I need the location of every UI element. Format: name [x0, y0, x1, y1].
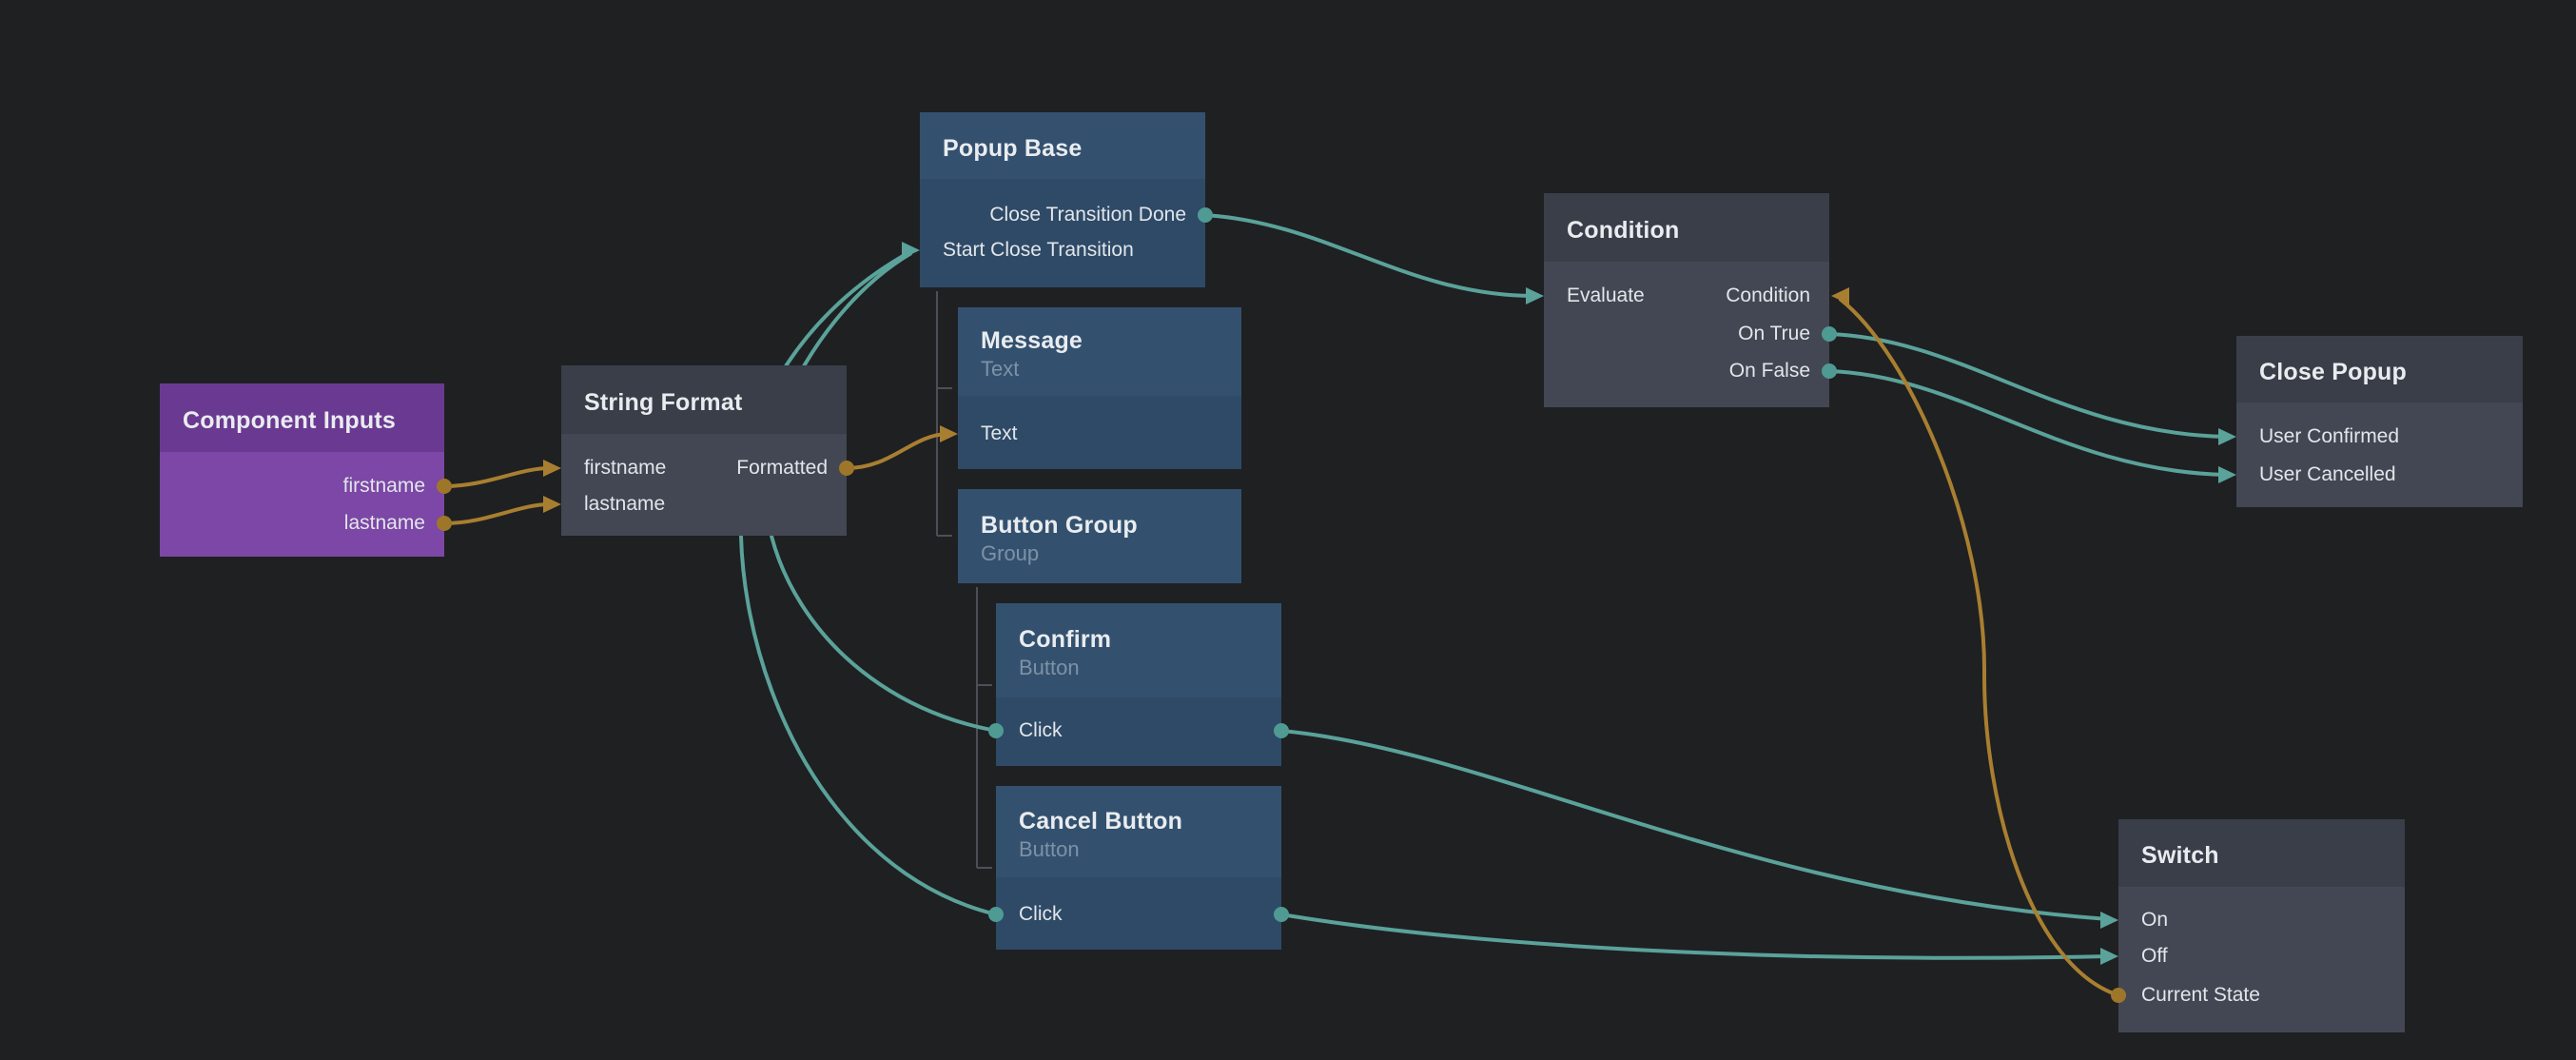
edge-stringformat-formatted-to-message-text[interactable]: [847, 434, 947, 468]
node-subtitle: Text: [981, 356, 1222, 383]
edge-confirm-click-to-switch-on[interactable]: [1281, 731, 2108, 919]
node-header: Message Text: [958, 307, 1241, 396]
port-label-on: On: [2141, 902, 2168, 938]
node-title: Cancel Button: [1019, 806, 1262, 836]
node-header: Condition: [1544, 193, 1829, 262]
node-title: Confirm: [1019, 624, 1262, 655]
node-header: Button Group Group: [958, 489, 1241, 583]
node-title: Close Popup: [2259, 357, 2504, 387]
port-message-text-in[interactable]: [940, 425, 958, 442]
port-label-click: Click: [1019, 896, 1063, 932]
edge-cancelbutton-click-to-switch-off[interactable]: [1281, 914, 2108, 958]
port-string-format-formatted-out[interactable]: [839, 461, 854, 476]
port-component-inputs-firstname-out[interactable]: [437, 479, 452, 494]
node-title: Switch: [2141, 840, 2386, 871]
node-header: Component Inputs: [160, 383, 444, 452]
port-label-text: Text: [981, 416, 1018, 452]
port-confirm-click-out-right[interactable]: [1274, 723, 1289, 738]
node-title: Message: [981, 325, 1222, 356]
port-popup-base-close-transition-done-out[interactable]: [1198, 207, 1213, 223]
port-label-on-false: On False: [1729, 353, 1810, 389]
node-header: Cancel Button Button: [996, 786, 1281, 877]
edge-condition-ontrue-to-closepopup-userconfirmed[interactable]: [1829, 334, 2226, 437]
node-title: Component Inputs: [183, 405, 425, 436]
port-switch-current-state-out[interactable]: [2111, 988, 2126, 1003]
node-button-group[interactable]: Button Group Group: [958, 489, 1241, 583]
port-label-current-state: Current State: [2141, 977, 2260, 1013]
edge-componentinputs-firstname-to-stringformat-firstname[interactable]: [444, 468, 550, 486]
port-condition-evaluate-in[interactable]: [1526, 287, 1544, 304]
port-label-user-confirmed: User Confirmed: [2259, 419, 2399, 455]
port-confirm-click-out-left[interactable]: [988, 723, 1004, 738]
node-popup-base[interactable]: Popup Base Close Transition Done Start C…: [920, 112, 1205, 287]
port-label-start-close-transition: Start Close Transition: [943, 232, 1134, 268]
port-label-lastname: lastname: [584, 486, 665, 522]
node-header: Close Popup: [2236, 336, 2523, 402]
node-title: Button Group: [981, 510, 1222, 540]
port-label-user-cancelled: User Cancelled: [2259, 457, 2396, 493]
node-title: String Format: [584, 387, 828, 418]
port-label-on-true: On True: [1738, 316, 1810, 352]
port-string-format-firstname-in[interactable]: [543, 460, 561, 477]
port-condition-on-false-out[interactable]: [1822, 363, 1837, 379]
node-subtitle: Button: [1019, 836, 1262, 863]
port-condition-condition-in[interactable]: [1831, 287, 1849, 304]
node-title: Condition: [1567, 215, 1810, 245]
port-close-popup-user-cancelled-in[interactable]: [2218, 466, 2236, 483]
node-graph-canvas[interactable]: Component Inputs firstname lastname Stri…: [0, 0, 2576, 1060]
node-close-popup[interactable]: Close Popup User Confirmed User Cancelle…: [2236, 336, 2523, 507]
edge-componentinputs-lastname-to-stringformat-lastname[interactable]: [444, 504, 550, 523]
edge-switch-currentstate-to-condition-condition[interactable]: [1840, 299, 2118, 995]
port-label-firstname: firstname: [343, 468, 425, 504]
port-label-formatted: Formatted: [736, 450, 828, 486]
node-title: Popup Base: [943, 133, 1186, 164]
node-header: Switch: [2118, 819, 2405, 887]
port-label-firstname: firstname: [584, 450, 666, 486]
port-cancel-button-click-out-left[interactable]: [988, 907, 1004, 922]
port-close-popup-user-confirmed-in[interactable]: [2218, 428, 2236, 445]
port-string-format-lastname-in[interactable]: [543, 496, 561, 513]
port-component-inputs-lastname-out[interactable]: [437, 516, 452, 531]
port-popup-base-start-close-transition-in[interactable]: [902, 242, 920, 259]
port-label-evaluate: Evaluate: [1567, 278, 1645, 314]
edge-condition-onfalse-to-closepopup-usercancelled[interactable]: [1829, 371, 2226, 475]
node-header: Confirm Button: [996, 603, 1281, 697]
node-message[interactable]: Message Text Text: [958, 307, 1241, 469]
port-switch-on-in[interactable]: [2100, 912, 2118, 929]
port-label-lastname: lastname: [344, 505, 425, 541]
node-switch[interactable]: Switch On Off Current State: [2118, 819, 2405, 1032]
node-header: String Format: [561, 365, 847, 434]
port-label-close-transition-done: Close Transition Done: [989, 197, 1186, 233]
port-label-off: Off: [2141, 938, 2168, 974]
node-header: Popup Base: [920, 112, 1205, 179]
node-confirm[interactable]: Confirm Button Click: [996, 603, 1281, 766]
node-component-inputs[interactable]: Component Inputs firstname lastname: [160, 383, 444, 557]
port-label-click: Click: [1019, 713, 1063, 749]
port-cancel-button-click-out-right[interactable]: [1274, 907, 1289, 922]
port-switch-off-in[interactable]: [2100, 948, 2118, 965]
node-subtitle: Button: [1019, 655, 1262, 681]
port-label-condition: Condition: [1726, 278, 1810, 314]
port-condition-on-true-out[interactable]: [1822, 326, 1837, 342]
hierarchy-line-popup-base-children: [937, 291, 952, 536]
node-cancel-button[interactable]: Cancel Button Button Click: [996, 786, 1281, 950]
node-subtitle: Group: [981, 540, 1222, 567]
edge-popupbase-closetransitiondone-to-condition-evaluate[interactable]: [1205, 215, 1533, 296]
node-condition[interactable]: Condition Evaluate Condition On True On …: [1544, 193, 1829, 407]
node-string-format[interactable]: String Format firstname Formatted lastna…: [561, 365, 847, 536]
